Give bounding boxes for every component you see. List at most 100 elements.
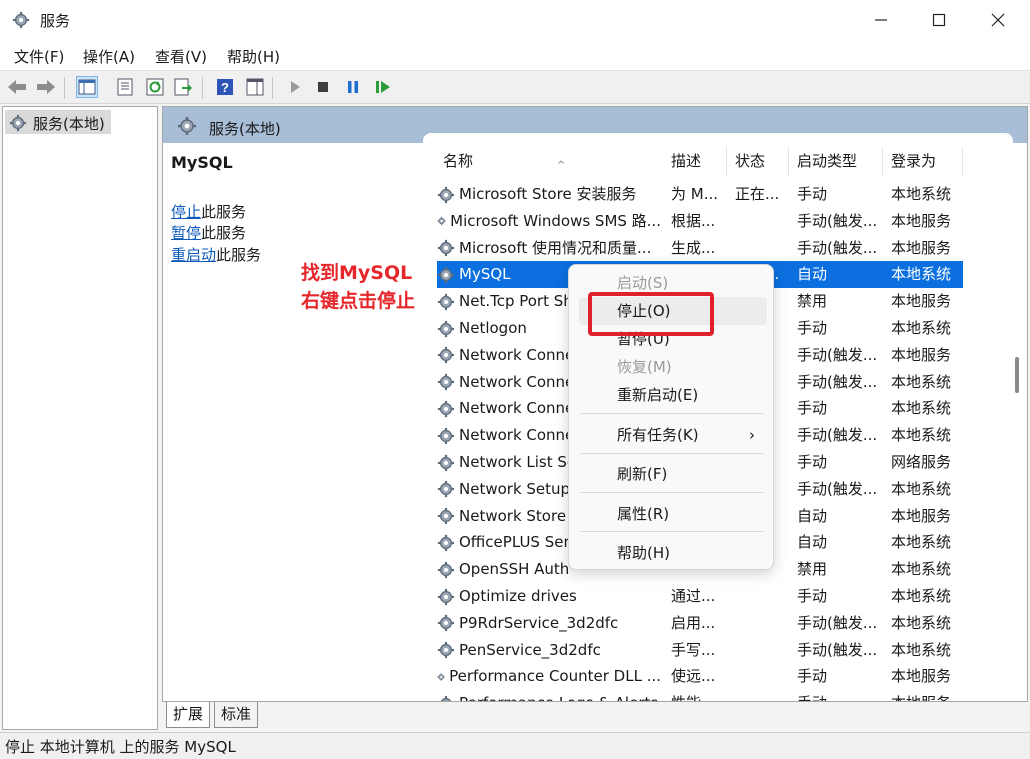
- pause-service-link[interactable]: 暂停: [171, 224, 201, 242]
- column-header-description[interactable]: 描述: [663, 147, 727, 177]
- service-gear-icon: [437, 266, 455, 283]
- vertical-scrollbar-thumb[interactable]: [1015, 357, 1019, 393]
- column-header-startup-type[interactable]: 启动类型: [789, 147, 883, 177]
- service-gear-icon: [437, 588, 455, 605]
- stop-service-button[interactable]: [312, 76, 334, 98]
- service-startup-type: 手动(触发...: [797, 211, 878, 230]
- service-description: 性能...: [671, 690, 727, 701]
- service-name: Network Conne: [459, 345, 575, 364]
- service-logon-as: 本地服务: [891, 211, 952, 230]
- service-description: 通过...: [671, 587, 716, 605]
- table-row[interactable]: Optimize drives 通过... 手动 本地系统: [437, 583, 963, 610]
- service-logon-as: 本地服务: [891, 690, 963, 701]
- service-gear-icon: [437, 186, 455, 203]
- service-name-cell: Microsoft Store 安装服务: [437, 181, 661, 208]
- service-logon-as: 本地系统: [891, 533, 952, 552]
- show-hide-tree-button[interactable]: [76, 76, 98, 98]
- minimize-icon: [875, 19, 887, 21]
- action-suffix: 此服务: [201, 224, 247, 242]
- context-resume[interactable]: 恢复(M): [579, 353, 767, 381]
- service-startup-type: 手动: [797, 587, 828, 605]
- service-name: Microsoft 使用情况和质量...: [459, 238, 652, 257]
- service-logon-as: 本地服务: [891, 238, 952, 257]
- service-startup-type: 手动(触发...: [797, 479, 878, 498]
- service-startup-type: 手动(触发...: [797, 238, 878, 257]
- service-gear-icon: [437, 320, 455, 337]
- view-tabs: 扩展 标准: [162, 702, 1028, 730]
- toolbar-separator: [272, 77, 273, 99]
- show-hide-tree-icon: [78, 79, 96, 95]
- service-name: OpenSSH Auth: [459, 560, 570, 579]
- restart-service-link[interactable]: 重启动: [171, 246, 216, 264]
- service-gear-icon: [437, 373, 455, 391]
- service-status: [735, 690, 789, 701]
- service-status: [735, 637, 789, 664]
- menu-separator: [581, 492, 763, 493]
- service-name: MySQL: [459, 265, 511, 284]
- service-gear-icon: [437, 293, 455, 310]
- service-description: 使远...: [671, 667, 716, 686]
- tab-extended[interactable]: 扩展: [166, 702, 211, 728]
- stop-service-link[interactable]: 停止: [171, 203, 201, 221]
- column-header-name[interactable]: 名称 ^: [435, 147, 667, 177]
- service-logon-as: 本地系统: [891, 479, 952, 498]
- service-startup-type: 手动: [797, 690, 883, 701]
- toolbar: ?: [0, 70, 1030, 104]
- menu-help[interactable]: 帮助(H): [227, 46, 280, 67]
- context-properties[interactable]: 属性(R): [579, 500, 767, 528]
- action-restart: 重启动此服务: [171, 244, 261, 265]
- column-header-logon-as[interactable]: 登录为: [883, 147, 963, 177]
- help-icon: ?: [217, 79, 233, 95]
- refresh-button[interactable]: [144, 76, 166, 98]
- context-help[interactable]: 帮助(H): [579, 539, 767, 567]
- toolbar-separator: [64, 77, 65, 99]
- show-action-pane-button[interactable]: [244, 76, 266, 98]
- export-list-button[interactable]: [172, 76, 194, 98]
- table-row[interactable]: Microsoft 使用情况和质量... 生成... 手动(触发... 本地服务: [437, 235, 963, 262]
- help-button[interactable]: ?: [214, 76, 236, 98]
- service-name: Network Setup: [459, 479, 571, 498]
- tree-item-services-local[interactable]: 服务(本地): [5, 110, 111, 134]
- properties-icon: [117, 78, 133, 96]
- context-all-tasks[interactable]: 所有任务(K) ›: [579, 421, 767, 449]
- table-row[interactable]: PenService_3d2dfc 手写... 手动(触发... 本地系统: [437, 637, 963, 664]
- properties-button[interactable]: [114, 76, 136, 98]
- column-header-label: 名称: [443, 152, 474, 170]
- column-header-status[interactable]: 状态: [727, 147, 789, 177]
- action-suffix: 此服务: [201, 203, 247, 221]
- table-row[interactable]: P9RdrService_3d2dfc 启用... 手动(触发... 本地系统: [437, 610, 963, 637]
- stop-service-icon: [318, 82, 328, 92]
- service-gear-icon: [437, 454, 455, 471]
- service-gear-icon: [437, 673, 445, 681]
- service-startup-type: 手动(触发...: [797, 640, 878, 659]
- menu-file[interactable]: 文件(F): [14, 46, 64, 67]
- maximize-button[interactable]: [916, 0, 962, 40]
- menu-action[interactable]: 操作(A): [83, 46, 135, 67]
- service-name: Network Conne: [459, 399, 575, 418]
- context-restart[interactable]: 重新启动(E): [579, 381, 767, 409]
- forward-button[interactable]: [35, 76, 57, 98]
- restart-service-button[interactable]: [372, 76, 394, 98]
- service-gear-icon: [437, 641, 455, 659]
- tab-standard[interactable]: 标准: [214, 702, 259, 728]
- back-button[interactable]: [6, 76, 28, 98]
- close-button[interactable]: [975, 0, 1021, 40]
- service-description: 为 M...: [671, 185, 719, 203]
- service-logon-as: 本地系统: [891, 560, 952, 579]
- menu-view[interactable]: 查看(V): [155, 46, 207, 67]
- pause-service-button[interactable]: [342, 76, 364, 98]
- minimize-button[interactable]: [858, 0, 904, 40]
- context-refresh[interactable]: 刷新(F): [579, 460, 767, 488]
- table-row[interactable]: Microsoft Store 安装服务 为 M... 正在... 手动 本地系统: [437, 181, 963, 208]
- table-row[interactable]: Performance Counter DLL ... 使远... 手动 本地服务: [437, 663, 963, 690]
- table-row[interactable]: Performance Logs & Alerts 性能... 手动本地服务: [437, 690, 963, 701]
- service-startup-type: 自动: [797, 506, 828, 525]
- start-service-button[interactable]: [284, 76, 306, 98]
- service-gear-icon: [440, 695, 452, 701]
- table-row[interactable]: Microsoft Windows SMS 路... 根据... 手动(触发... 本…: [437, 208, 963, 235]
- service-description: 启用...: [671, 613, 716, 632]
- action-pause: 暂停此服务: [171, 222, 246, 243]
- service-startup-type: 手动: [797, 453, 828, 471]
- service-name-cell: Performance Counter DLL ...: [437, 663, 661, 690]
- service-logon-as: 本地服务: [891, 667, 952, 686]
